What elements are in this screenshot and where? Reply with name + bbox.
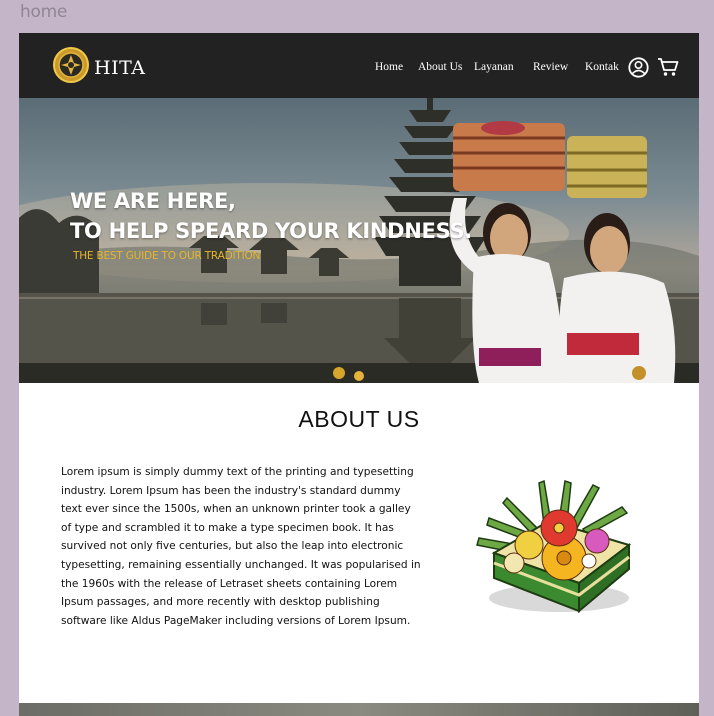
hero-banner: WE ARE HERE, TO HELP SPEARD YOUR KINDNES… xyxy=(19,98,699,383)
nav-about-us[interactable]: About Us xyxy=(418,61,462,73)
shopping-cart-icon[interactable] xyxy=(657,57,679,77)
nav-layanan[interactable]: Layanan xyxy=(474,61,514,73)
hita-emblem-icon[interactable] xyxy=(52,46,90,84)
hero-heading-line1: WE ARE HERE, xyxy=(70,189,236,213)
navbar: HITA Home About Us Layanan Review Kontak xyxy=(19,33,699,98)
brand-name[interactable]: HITA xyxy=(94,57,145,79)
home-page: HITA Home About Us Layanan Review Kontak xyxy=(19,33,699,716)
user-circle-icon[interactable] xyxy=(628,57,649,78)
canang-sari-offering-icon xyxy=(476,479,632,614)
next-section-preview xyxy=(19,703,699,716)
about-body: Lorem ipsum is simply dummy text of the … xyxy=(61,466,421,627)
hero-heading: WE ARE HERE, TO HELP SPEARD YOUR KINDNES… xyxy=(70,186,472,246)
nav-review[interactable]: Review xyxy=(533,61,568,73)
hero-heading-line2: TO HELP SPEARD YOUR KINDNESS. xyxy=(70,219,472,243)
hero-subtitle: THE BEST GUIDE TO OUR TRADITION xyxy=(73,250,261,262)
nav-home[interactable]: Home xyxy=(375,61,403,73)
frame-label: home xyxy=(20,2,67,22)
about-title: ABOUT US xyxy=(298,406,420,432)
nav-kontak[interactable]: Kontak xyxy=(585,61,619,73)
